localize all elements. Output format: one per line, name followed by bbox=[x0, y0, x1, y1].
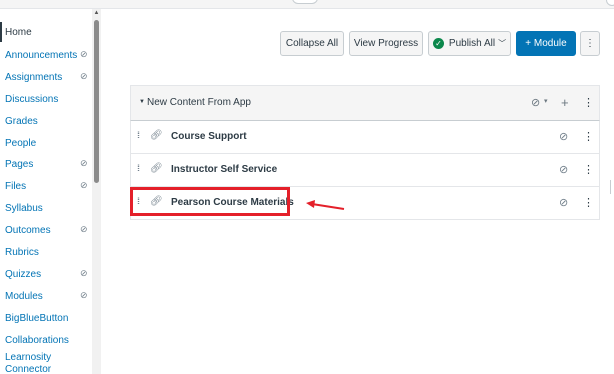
module-item[interactable]: ⁞⁞ 🔗︎ Course Support ⊘ ⋮ bbox=[130, 121, 600, 154]
sidebar-item-label: Announcements bbox=[5, 49, 78, 61]
sidebar-item-modules[interactable]: Modules ⊘ bbox=[0, 286, 92, 306]
sidebar-item-label: Quizzes bbox=[5, 268, 42, 280]
collapse-tab[interactable] bbox=[292, 0, 318, 4]
sidebar-item-discussions[interactable]: Discussions bbox=[0, 89, 92, 109]
unpublished-icon[interactable]: ⊘ bbox=[531, 96, 540, 109]
sidebar-item-assignments[interactable]: Assignments ⊘ bbox=[0, 67, 92, 87]
unpublished-icon[interactable]: ⊘ bbox=[559, 130, 568, 143]
sidebar-item-files[interactable]: Files ⊘ bbox=[0, 176, 92, 196]
sidebar-item-label: Discussions bbox=[5, 93, 59, 105]
caret-down-icon[interactable]: ▼ bbox=[139, 99, 145, 105]
annotation-arrow-icon bbox=[306, 200, 345, 210]
top-strip bbox=[0, 0, 614, 9]
right-edge-handle bbox=[610, 180, 614, 194]
module-item-title[interactable]: Course Support bbox=[171, 131, 247, 142]
sidebar-item-grades[interactable]: Grades bbox=[0, 111, 92, 131]
view-progress-button[interactable]: View Progress bbox=[349, 31, 423, 56]
more-options-button[interactable]: ⋮ bbox=[580, 31, 600, 56]
publish-all-button[interactable]: ✓ Publish All ﹀ bbox=[428, 31, 511, 56]
eye-slash-icon: ⊘ bbox=[80, 268, 88, 278]
drag-handle-icon[interactable]: ⁞⁞ bbox=[137, 130, 140, 140]
view-progress-label: View Progress bbox=[353, 38, 419, 49]
sidebar-item-label: BigBlueButton bbox=[5, 312, 69, 324]
sidebar-item-syllabus[interactable]: Syllabus bbox=[0, 198, 92, 218]
sidebar-item-label: People bbox=[5, 137, 37, 149]
sidebar-item-label: Rubrics bbox=[5, 246, 39, 258]
chevron-down-icon[interactable]: ▾ bbox=[544, 97, 548, 105]
kebab-icon[interactable]: ⋮ bbox=[583, 196, 594, 209]
eye-slash-icon: ⊘ bbox=[80, 180, 88, 190]
module-item[interactable]: ⁞⁞ 🔗︎ Instructor Self Service ⊘ ⋮ bbox=[130, 154, 600, 187]
highlight-box bbox=[130, 187, 290, 216]
kebab-icon[interactable]: ⋮ bbox=[583, 163, 594, 176]
sidebar-item-collaborations[interactable]: Collaborations bbox=[0, 330, 92, 350]
add-module-label: + Module bbox=[525, 38, 567, 49]
sidebar-item-label: Files bbox=[5, 180, 27, 192]
add-item-icon[interactable]: + bbox=[561, 95, 569, 110]
right-tab[interactable] bbox=[606, 0, 614, 6]
module-item-title[interactable]: Instructor Self Service bbox=[171, 164, 277, 175]
course-nav: Home Announcements ⊘ Assignments ⊘ Discu… bbox=[0, 22, 92, 374]
sidebar-item-quizzes[interactable]: Quizzes ⊘ bbox=[0, 264, 92, 284]
sidebar-scrollbar-thumb[interactable] bbox=[94, 20, 99, 183]
link-icon: 🔗︎ bbox=[150, 130, 163, 141]
check-circle-icon: ✓ bbox=[432, 38, 444, 49]
collapse-all-button[interactable]: Collapse All bbox=[280, 31, 344, 56]
sidebar-item-home[interactable]: Home bbox=[0, 22, 92, 42]
collapse-all-label: Collapse All bbox=[285, 38, 339, 49]
unpublished-icon[interactable]: ⊘ bbox=[559, 163, 568, 176]
eye-slash-icon: ⊘ bbox=[80, 71, 88, 81]
sidebar-item-label: Learnosity Connector bbox=[5, 352, 52, 374]
eye-slash-icon: ⊘ bbox=[80, 158, 88, 168]
sidebar-item-bigbluebutton[interactable]: BigBlueButton bbox=[0, 308, 92, 328]
eye-slash-icon: ⊘ bbox=[80, 290, 88, 300]
sidebar-item-rubrics[interactable]: Rubrics bbox=[0, 242, 92, 262]
kebab-icon[interactable]: ⋮ bbox=[583, 130, 594, 143]
add-module-button[interactable]: + Module bbox=[516, 31, 576, 56]
sidebar-item-outcomes[interactable]: Outcomes ⊘ bbox=[0, 220, 92, 240]
link-icon: 🔗︎ bbox=[150, 163, 163, 174]
drag-handle-icon[interactable]: ⁞⁞ bbox=[137, 163, 140, 173]
sidebar-item-pages[interactable]: Pages ⊘ bbox=[0, 154, 92, 174]
eye-slash-icon: ⊘ bbox=[80, 224, 88, 234]
sidebar-item-label: Outcomes bbox=[5, 224, 51, 236]
sidebar-item-label: Home bbox=[5, 26, 32, 38]
sidebar-item-label: Syllabus bbox=[5, 202, 43, 214]
sidebar-item-people[interactable]: People bbox=[0, 133, 92, 153]
kebab-icon[interactable]: ⋮ bbox=[583, 96, 594, 109]
eye-slash-icon: ⊘ bbox=[80, 49, 88, 59]
chevron-down-icon: ﹀ bbox=[498, 39, 507, 48]
sidebar-item-announcements[interactable]: Announcements ⊘ bbox=[0, 45, 92, 65]
publish-all-label: Publish All bbox=[448, 38, 496, 49]
scroll-up-arrow-icon[interactable]: ▲ bbox=[93, 10, 100, 17]
sidebar-item-learnosity[interactable]: Learnosity Connector bbox=[0, 352, 92, 374]
sidebar-item-label: Pages bbox=[5, 158, 34, 170]
module-header[interactable]: ▼ New Content From App ⊘ ▾ + ⋮ bbox=[130, 85, 600, 121]
unpublished-icon[interactable]: ⊘ bbox=[559, 196, 568, 209]
sidebar-item-label: Modules bbox=[5, 290, 43, 302]
module-title: New Content From App bbox=[147, 97, 251, 108]
sidebar-item-label: Grades bbox=[5, 115, 38, 127]
kebab-icon: ⋮ bbox=[585, 38, 595, 49]
sidebar-item-label: Collaborations bbox=[5, 334, 69, 346]
sidebar-item-label: Assignments bbox=[5, 71, 63, 83]
